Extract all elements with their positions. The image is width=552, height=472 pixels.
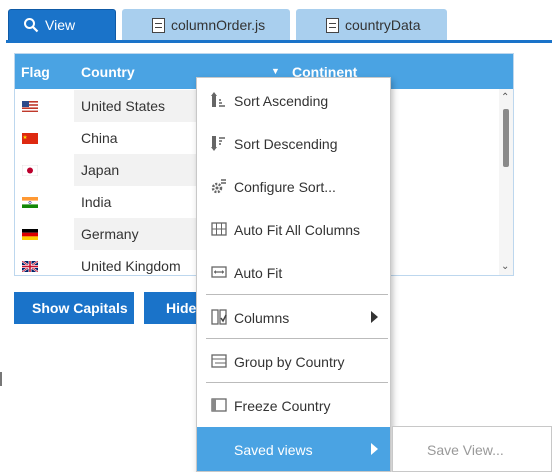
menu-label: Configure Sort... (234, 179, 336, 195)
gb-flag-icon (22, 261, 38, 272)
grid-scrollbar[interactable]: ⌃ ⌄ (499, 89, 513, 275)
menu-label: Group by Country (234, 354, 345, 370)
cn-flag-icon (22, 133, 38, 144)
freeze-icon (211, 398, 227, 412)
file-icon (152, 17, 165, 33)
tab-country-data[interactable]: countryData (296, 9, 447, 41)
country-cell: Japan (81, 162, 120, 178)
menu-item-auto-fit-all[interactable]: Auto Fit All Columns (197, 207, 390, 250)
country-cell: United Kingdom (81, 258, 181, 274)
country-cell: China (81, 130, 118, 146)
scroll-thumb[interactable] (503, 109, 509, 167)
header-flag[interactable]: Flag (21, 64, 50, 80)
menu-item-saved-views[interactable]: Saved views (197, 427, 390, 471)
header-country[interactable]: Country (81, 64, 135, 80)
menu-item-group-by[interactable]: Group by Country (197, 339, 390, 382)
menu-item-columns[interactable]: Columns (197, 295, 390, 338)
file-icon (326, 17, 339, 33)
tab-country-data-label: countryData (345, 17, 421, 33)
column-context-menu: Sort Ascending Sort Descending Configure… (196, 77, 391, 472)
menu-label: Freeze Country (234, 398, 331, 414)
sort-descending-icon (211, 136, 225, 151)
scroll-up-icon[interactable]: ⌃ (501, 92, 509, 103)
columns-icon (211, 309, 227, 325)
auto-fit-all-icon (211, 222, 227, 236)
group-by-icon (211, 354, 227, 368)
menu-label: Auto Fit (234, 265, 283, 281)
menu-item-sort-ascending[interactable]: Sort Ascending (197, 78, 390, 121)
in-flag-icon (22, 197, 38, 208)
tab-view-label: View (45, 17, 76, 33)
country-cell: Germany (81, 226, 139, 242)
auto-fit-icon (211, 266, 227, 278)
show-capitals-button[interactable]: Show Capitals (14, 292, 134, 324)
menu-item-freeze[interactable]: Freeze Country (197, 383, 390, 426)
scroll-down-icon[interactable]: ⌄ (501, 261, 509, 272)
submenu-arrow-icon (371, 311, 378, 323)
tab-column-order-label: columnOrder.js (171, 17, 266, 33)
hide-button[interactable]: Hide (144, 292, 204, 324)
save-view-item[interactable]: Save View... (427, 442, 504, 458)
gear-icon (211, 179, 226, 194)
menu-label: Sort Descending (234, 136, 338, 152)
tab-column-order[interactable]: columnOrder.js (122, 9, 290, 41)
tab-view[interactable]: View (8, 9, 116, 41)
menu-label: Columns (234, 310, 290, 326)
sort-ascending-icon (211, 92, 225, 107)
sort-menu-caret-icon[interactable]: ▼ (271, 66, 280, 76)
us-flag-icon (22, 101, 38, 112)
menu-label: Auto Fit All Columns (234, 222, 361, 238)
submenu-arrow-icon (371, 443, 378, 455)
tab-strip-border (6, 40, 552, 43)
de-flag-icon (22, 229, 38, 240)
country-cell: India (81, 194, 112, 210)
jp-flag-icon (22, 165, 38, 176)
menu-item-configure-sort[interactable]: Configure Sort... (197, 164, 390, 207)
menu-item-auto-fit[interactable]: Auto Fit (197, 250, 390, 293)
menu-label: Sort Ascending (234, 93, 329, 109)
search-icon (24, 18, 39, 33)
country-cell: United States (81, 98, 166, 114)
edge-marker (0, 372, 2, 386)
menu-item-sort-descending[interactable]: Sort Descending (197, 121, 390, 164)
saved-views-submenu: Save View... (392, 426, 552, 472)
menu-label: Saved views (234, 442, 313, 458)
